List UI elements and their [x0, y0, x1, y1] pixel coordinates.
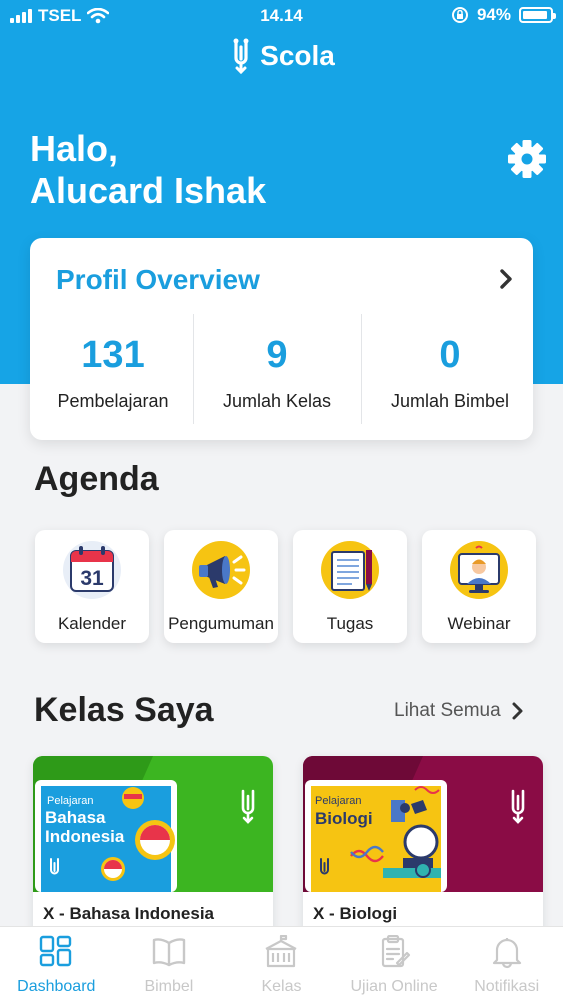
chevron-right-icon	[512, 702, 523, 720]
stat-label: Jumlah Bimbel	[390, 391, 510, 411]
agenda-kalender[interactable]: 31 Kalender	[35, 530, 149, 643]
app-logo: Scola	[0, 38, 563, 74]
agenda-title: Agenda	[34, 460, 159, 498]
bell-icon	[492, 938, 521, 969]
stat-value: 9	[266, 334, 288, 376]
tab-dashboard[interactable]: Dashboard	[0, 927, 113, 1000]
book-title-line2: Indonesia	[45, 827, 125, 846]
divider	[361, 314, 362, 424]
see-all-link[interactable]: Lihat Semua	[394, 700, 525, 722]
tab-label: Bimbel	[144, 978, 194, 995]
megaphone-icon	[192, 541, 250, 599]
book-kicker: Pelajaran	[315, 795, 361, 807]
class-banner: Pelajaran Bahasa Indonesia	[33, 756, 273, 892]
stat-jumlah-kelas: 9 Jumlah Kelas	[194, 314, 360, 424]
status-bar: TSEL 14.14 94%	[0, 0, 563, 32]
agenda-label: Tugas	[326, 614, 374, 633]
class-card-bahasa-indonesia[interactable]: Pelajaran Bahasa Indonesia X - Bahasa In…	[33, 756, 273, 936]
stat-label: Pembelajaran	[57, 391, 169, 411]
book-title-line1: Biologi	[315, 809, 373, 828]
school-icon	[265, 935, 298, 968]
user-name: Alucard Ishak	[30, 170, 267, 211]
tab-label: Notifikasi	[474, 978, 540, 995]
tab-ujian-online[interactable]: Ujian Online	[338, 927, 451, 1000]
greeting: Halo, Alucard Ishak	[30, 128, 266, 212]
bottom-tab-bar: Dashboard Bimbel Kelas Ujian Online Noti…	[0, 926, 563, 1000]
kelas-saya-title: Kelas Saya	[34, 691, 214, 729]
class-name: X - Bahasa Indonesia	[43, 904, 214, 923]
tab-label: Kelas	[261, 978, 302, 995]
stat-pembelajaran: 131 Pembelajaran	[30, 314, 196, 424]
greeting-line1: Halo,	[30, 128, 119, 169]
book-kicker: Pelajaran	[47, 795, 93, 807]
tab-kelas[interactable]: Kelas	[225, 927, 338, 1000]
scola-logo-icon	[233, 38, 249, 74]
chevron-right-icon[interactable]	[497, 268, 515, 290]
agenda-label: Pengumuman	[168, 614, 274, 633]
agenda-label: Webinar	[447, 614, 511, 633]
stat-value: 0	[439, 334, 461, 376]
battery-icon	[519, 7, 556, 23]
notebook-icon	[321, 541, 379, 599]
tab-label: Dashboard	[17, 978, 96, 995]
class-name: X - Biologi	[313, 904, 398, 923]
calendar-icon: 31	[63, 541, 121, 599]
stat-value: 131	[81, 334, 145, 376]
tab-notifikasi[interactable]: Notifikasi	[450, 927, 563, 1000]
tab-bimbel[interactable]: Bimbel	[113, 927, 226, 1000]
agenda-webinar[interactable]: Webinar	[422, 530, 536, 643]
agenda-pengumuman[interactable]: Pengumuman	[164, 530, 278, 643]
exam-icon	[381, 935, 411, 968]
class-banner: Pelajaran Biologi	[303, 756, 543, 892]
app-name: Scola	[260, 40, 335, 71]
agenda-tugas[interactable]: Tugas	[293, 530, 407, 643]
battery-percent: 94%	[476, 5, 511, 24]
dashboard-icon	[40, 935, 72, 967]
book-title-line1: Bahasa	[45, 808, 106, 827]
profile-overview-card[interactable]: Profil Overview 131 Pembelajaran 9 Jumla…	[30, 238, 533, 440]
see-all-label: Lihat Semua	[394, 700, 501, 721]
tab-label: Ujian Online	[350, 978, 438, 995]
webinar-icon	[450, 541, 508, 599]
settings-gear-icon[interactable]	[506, 138, 548, 180]
orientation-lock-icon	[451, 7, 468, 23]
stat-label: Jumlah Kelas	[222, 391, 332, 411]
calendar-date: 31	[80, 567, 104, 590]
agenda-label: Kalender	[57, 614, 127, 633]
profile-overview-title: Profil Overview	[56, 264, 260, 295]
stat-jumlah-bimbel: 0 Jumlah Bimbel	[367, 314, 533, 424]
class-card-biologi[interactable]: Pelajaran Biologi X - Biologi	[303, 756, 543, 936]
book-icon	[152, 938, 186, 967]
